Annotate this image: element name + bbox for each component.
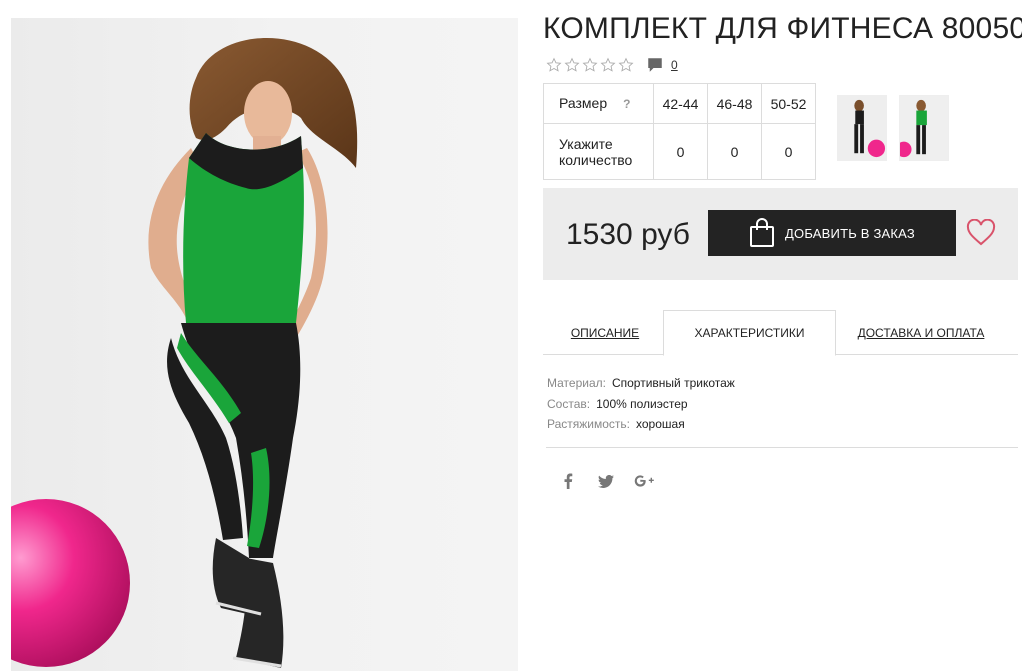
add-to-order-button[interactable]: ДОБАВИТЬ В ЗАКАЗ (708, 210, 956, 256)
wishlist-heart-icon[interactable] (966, 219, 996, 247)
size-option: 50-52 (761, 83, 816, 124)
star-empty-icon[interactable] (582, 57, 598, 73)
comments-count-link[interactable]: 0 (671, 58, 678, 72)
size-quantity-table: Размер? 42-44 46-48 50-52 Укажите количе… (543, 83, 816, 180)
quantity-label-line2: количество (559, 151, 633, 168)
quantity-label-cell: Укажите количество (543, 123, 654, 180)
tab-description-label: ОПИСАНИЕ (570, 325, 640, 340)
thumbnail-black-outfit (838, 96, 886, 160)
google-plus-icon[interactable] (634, 471, 654, 491)
facebook-icon[interactable] (558, 471, 578, 491)
star-empty-icon[interactable] (618, 57, 634, 73)
rating-row: 0 (546, 55, 678, 75)
spec-key: Состав: (547, 396, 591, 411)
spec-row: Состав: 100% полиэстер (547, 394, 735, 415)
size-help-icon[interactable]: ? (623, 97, 630, 111)
star-empty-icon[interactable] (564, 57, 580, 73)
characteristics-list: Материал: Спортивный трикотаж Состав: 100%… (547, 373, 735, 435)
spec-key: Материал: (547, 376, 606, 390)
size-label: Размер (559, 95, 608, 111)
fitness-model-illustration (11, 38, 358, 668)
tab-description[interactable]: ОПИСАНИЕ (543, 310, 667, 355)
spec-row: Материал: Спортивный трикотаж (547, 373, 735, 394)
social-share (558, 471, 654, 491)
product-thumbnail[interactable] (899, 95, 949, 161)
shopping-bag-icon (750, 218, 775, 247)
quantity-input[interactable]: 0 (653, 123, 708, 180)
star-empty-icon[interactable] (546, 57, 562, 73)
size-row: Размер? 42-44 46-48 50-52 (543, 83, 816, 124)
thumbnail-green-outfit (900, 96, 948, 160)
quantity-input[interactable]: 0 (761, 123, 816, 180)
price-box: 1530 руб ДОБАВИТЬ В ЗАКАЗ (543, 188, 1018, 280)
comment-icon[interactable] (646, 56, 664, 74)
product-tabs: ОПИСАНИЕ ХАРАКТЕРИСТИКИ ДОСТАВКА И ОПЛАТ… (543, 310, 1018, 356)
spec-key: Растяжимость: (547, 417, 631, 431)
size-label-cell: Размер? (543, 83, 654, 124)
product-price: 1530 руб (566, 218, 690, 251)
spec-value: 100% полиэстер (596, 396, 688, 411)
product-main-image[interactable] (11, 18, 518, 671)
quantity-input[interactable]: 0 (707, 123, 762, 180)
tab-characteristics-label: ХАРАКТЕРИСТИКИ (694, 326, 805, 340)
section-divider (546, 447, 1018, 448)
spec-value: хорошая (636, 417, 685, 431)
spec-value: Спортивный трикотаж (611, 376, 735, 390)
rating-stars[interactable] (546, 57, 634, 73)
product-title: КОМПЛЕКТ ДЛЯ ФИТНЕСА 80050 (543, 12, 1022, 45)
quantity-label-line1: Укажите (559, 135, 613, 152)
star-empty-icon[interactable] (600, 57, 616, 73)
size-option: 42-44 (653, 83, 708, 124)
spec-row: Растяжимость: хорошая (547, 414, 735, 435)
tab-delivery-payment-label: ДОСТАВКА И ОПЛАТА (857, 325, 985, 340)
twitter-icon[interactable] (596, 471, 616, 491)
fitness-ball (11, 499, 130, 667)
add-to-order-label: ДОБАВИТЬ В ЗАКАЗ (785, 225, 915, 241)
product-thumbnail[interactable] (837, 95, 887, 161)
quantity-row: Укажите количество 0 0 0 (543, 123, 816, 180)
tab-characteristics[interactable]: ХАРАКТЕРИСТИКИ (663, 310, 836, 356)
size-option: 46-48 (707, 83, 762, 124)
tab-delivery-payment[interactable]: ДОСТАВКА И ОПЛАТА (839, 310, 1003, 355)
